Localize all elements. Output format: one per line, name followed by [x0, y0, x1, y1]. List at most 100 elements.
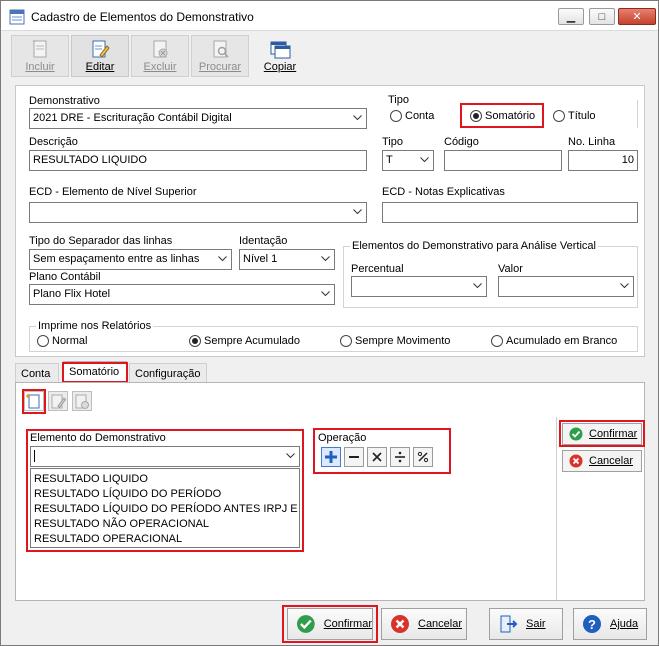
window: Cadastro de Elementos do Demonstrativo ▁… — [0, 0, 659, 646]
tab-configuracao[interactable]: Configuração — [129, 363, 207, 383]
excluir-label: Excluir — [143, 61, 177, 73]
separador-label: Tipo do Separador das linhas — [29, 235, 173, 247]
incluir-button[interactable]: Incluir — [11, 35, 69, 77]
cancel-circle-icon — [569, 454, 583, 468]
highlight-add-item — [22, 389, 46, 414]
ecd-notas-label: ECD - Notas Explicativas — [382, 186, 505, 198]
excluir-button[interactable]: Excluir — [131, 35, 189, 77]
nolinha-input[interactable]: 10 — [568, 150, 638, 171]
highlight-elemento — [26, 429, 304, 552]
main-form-panel: Demonstrativo 2021 DRE - Escrituração Co… — [15, 85, 645, 357]
highlight-somatorio-confirmar — [559, 420, 645, 447]
radio-icon — [37, 335, 49, 347]
svg-text:?: ? — [588, 617, 596, 632]
bottom-action-bar: Confirmar Cancelar Sair ? Ajuda — [7, 605, 652, 643]
delete-document-icon — [75, 394, 89, 409]
exit-door-icon — [500, 615, 518, 633]
ajuda-button[interactable]: ? Ajuda — [573, 608, 647, 640]
editar-label: Editar — [85, 61, 115, 73]
close-icon: ✕ — [632, 11, 642, 23]
demonstrativo-value: 2021 DRE - Escrituração Contábil Digital — [33, 112, 232, 124]
demonstrativo-label: Demonstrativo — [29, 95, 100, 107]
somatorio-cancelar-label: Cancelar — [589, 455, 634, 467]
descricao-value: RESULTADO LIQUIDO — [33, 154, 147, 166]
imprime-normal-radio[interactable]: Normal — [37, 335, 87, 347]
incluir-label: Incluir — [25, 61, 55, 73]
tipo-value: T — [386, 154, 393, 166]
chevron-down-icon — [218, 256, 227, 262]
ajuda-text: Ajuda — [610, 618, 639, 630]
edit-item-button[interactable] — [48, 391, 68, 411]
window-title: Cadastro de Elementos do Demonstrativo — [31, 10, 254, 24]
chevron-down-icon — [321, 291, 330, 297]
valor-select[interactable] — [498, 276, 634, 297]
identacao-select[interactable]: Nível 1 — [239, 249, 335, 270]
minimize-icon: ▁ — [566, 11, 576, 23]
sair-button[interactable]: Sair — [489, 608, 563, 640]
ajuda-label: Ajuda — [610, 618, 638, 630]
analise-group-label: Elementos do Demonstrativo para Análise … — [350, 240, 598, 252]
copiar-button[interactable]: Copiar — [251, 35, 309, 77]
tab-conta[interactable]: Conta — [15, 363, 59, 383]
ecd-superior-select[interactable] — [29, 202, 367, 223]
tipo-label: Tipo — [382, 136, 403, 148]
imprime-acumulado-branco-radio[interactable]: Acumulado em Branco — [491, 335, 617, 347]
delete-document-icon — [153, 40, 168, 58]
imprime-sempre-acumulado-radio[interactable]: Sempre Acumulado — [189, 335, 300, 347]
close-button[interactable]: ✕ — [618, 8, 656, 25]
highlight-somatorio-radio — [460, 103, 544, 128]
chevron-down-icon — [321, 256, 330, 262]
radio-selected-icon — [189, 335, 201, 347]
somatorio-cancelar-button[interactable]: Cancelar — [562, 450, 642, 472]
separador-value: Sem espaçamento entre as linhas — [33, 253, 200, 265]
cancelar-button[interactable]: Cancelar — [381, 608, 467, 640]
ecd-superior-label: ECD - Elemento de Nível Superior — [29, 186, 197, 198]
maximize-button[interactable]: □ — [589, 8, 615, 25]
valor-label: Valor — [498, 263, 523, 275]
descricao-label: Descrição — [29, 136, 78, 148]
imprime-acumulado-branco-label: Acumulado em Branco — [506, 335, 618, 347]
percentual-select[interactable] — [351, 276, 487, 297]
identacao-value: Nível 1 — [243, 253, 278, 265]
descricao-input[interactable]: RESULTADO LIQUIDO — [29, 150, 367, 171]
separador-select[interactable]: Sem espaçamento entre as linhas — [29, 249, 232, 270]
minimize-button[interactable]: ▁ — [558, 8, 584, 25]
radio-icon — [553, 110, 565, 122]
maximize-icon: □ — [598, 10, 606, 23]
tipo-conta-label: Conta — [405, 110, 435, 122]
highlight-somatorio-tab — [62, 362, 128, 383]
ecd-notas-input[interactable] — [382, 202, 638, 223]
search-document-icon — [213, 40, 229, 58]
panel-divider — [556, 417, 557, 600]
new-document-icon — [32, 39, 47, 58]
codigo-input[interactable] — [444, 150, 562, 171]
cancelar-text: Cancelar — [418, 618, 463, 630]
tipo-conta-radio[interactable]: Conta — [390, 110, 434, 122]
copiar-label: Copiar — [263, 61, 297, 73]
chevron-down-icon — [353, 209, 362, 215]
editar-button[interactable]: Editar — [71, 35, 129, 77]
imprime-normal-label: Normal — [52, 335, 88, 347]
tipo-select[interactable]: T — [382, 150, 434, 171]
percentual-label: Percentual — [351, 263, 404, 275]
edit-document-icon — [51, 394, 67, 409]
app-form-icon — [9, 9, 25, 25]
plano-select[interactable]: Plano Flix Hotel — [29, 284, 335, 305]
highlight-confirmar — [282, 605, 378, 643]
chevron-down-icon — [620, 283, 629, 289]
sair-label: Sair — [526, 618, 546, 630]
radio-icon — [340, 335, 352, 347]
delete-item-button[interactable] — [72, 391, 92, 411]
edit-document-icon — [92, 40, 110, 58]
procurar-button[interactable]: Procurar — [191, 35, 249, 77]
codigo-label: Código — [444, 136, 479, 148]
cancel-circle-icon — [391, 615, 409, 633]
imprime-sempre-movimento-radio[interactable]: Sempre Movimento — [340, 335, 450, 347]
demonstrativo-select[interactable]: 2021 DRE - Escrituração Contábil Digital — [29, 108, 367, 129]
tab-conta-label: Conta — [21, 368, 51, 380]
imprime-sempre-acumulado-label: Sempre Acumulado — [204, 335, 300, 347]
radio-icon — [390, 110, 402, 122]
chevron-down-icon — [473, 283, 482, 289]
tipo-titulo-label: Título — [568, 110, 596, 122]
tipo-titulo-radio[interactable]: Título — [553, 110, 596, 122]
